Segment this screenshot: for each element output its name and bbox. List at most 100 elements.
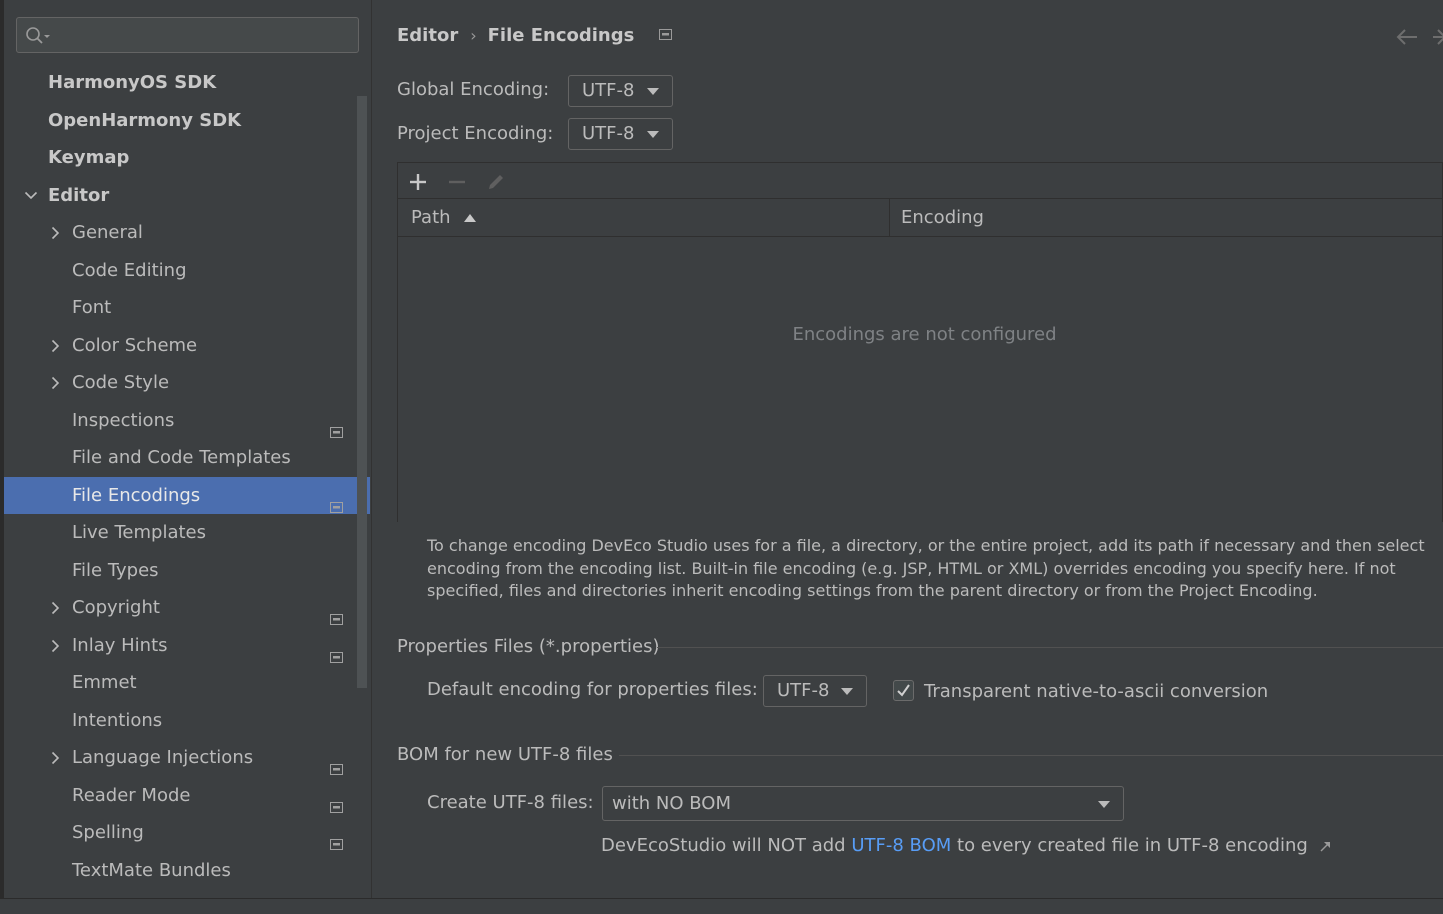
project-encoding-label: Project Encoding: xyxy=(397,123,554,144)
sidebar-item-label: Intentions xyxy=(72,709,163,731)
column-header-path[interactable]: Path xyxy=(411,199,477,237)
sidebar-item-color-scheme[interactable]: Color Scheme xyxy=(4,327,370,365)
checkmark-icon xyxy=(897,684,910,697)
sidebar-item-label: File Types xyxy=(72,559,159,581)
bom-note-suffix: to every created file in UTF-8 encoding xyxy=(957,835,1308,856)
sidebar-scrollbar[interactable] xyxy=(357,96,367,688)
sidebar-item-inspections[interactable]: Inspections xyxy=(4,402,370,440)
breadcrumb-current: File Encodings xyxy=(487,24,635,46)
section-divider xyxy=(657,647,1443,648)
sidebar-item-label: Reader Mode xyxy=(72,784,191,806)
create-utf8-combo[interactable]: with NO BOM xyxy=(602,786,1124,821)
sidebar-item-openharmony-sdk[interactable]: OpenHarmony SDK xyxy=(4,102,370,140)
section-divider xyxy=(619,755,1443,756)
sidebar-item-label: Code Editing xyxy=(72,259,187,281)
sidebar-item-label: Spelling xyxy=(72,822,144,843)
pencil-icon xyxy=(489,175,503,189)
settings-search-input[interactable] xyxy=(53,22,353,48)
column-divider[interactable] xyxy=(889,199,890,237)
sidebar-item-label: Inspections xyxy=(72,409,175,431)
external-link-icon xyxy=(1320,841,1330,851)
sidebar-item-editor[interactable]: Editor xyxy=(4,177,370,215)
chevron-down-icon xyxy=(841,688,853,695)
remove-mapping-button[interactable] xyxy=(446,171,468,193)
sidebar-item-label: Live Templates xyxy=(72,522,206,543)
chevron-right-icon[interactable] xyxy=(51,364,65,402)
sort-ascending-icon xyxy=(464,214,477,222)
encoding-help-text: To change encoding DevEco Studio uses fo… xyxy=(427,536,1425,600)
properties-encoding-value: UTF-8 xyxy=(777,680,830,701)
chevron-down-icon xyxy=(647,88,659,95)
create-utf8-label: Create UTF-8 files: xyxy=(427,792,594,813)
chevron-down-icon xyxy=(1098,801,1110,808)
breadcrumb-parent[interactable]: Editor xyxy=(397,25,458,46)
sidebar-item-spelling[interactable]: Spelling xyxy=(4,814,370,852)
sidebar-item-font[interactable]: Font xyxy=(4,289,370,327)
sidebar-item-emmet[interactable]: Emmet xyxy=(4,664,370,702)
bom-note-prefix: DevEcoStudio will NOT add xyxy=(601,835,846,856)
chevron-right-icon[interactable] xyxy=(51,327,65,365)
chevron-right-icon[interactable] xyxy=(51,214,65,252)
create-utf8-value: with NO BOM xyxy=(612,793,731,814)
project-scope-icon xyxy=(658,25,673,46)
properties-section-title: Properties Files (*.properties) xyxy=(397,636,660,657)
chevron-right-icon[interactable] xyxy=(51,739,65,777)
sidebar-item-label: Emmet xyxy=(72,672,137,693)
file-encodings-panel: Editor › File Encodings Global Encoding: U… xyxy=(373,0,1443,898)
edit-mapping-button[interactable] xyxy=(485,171,507,193)
sidebar-item-file-encodings[interactable]: File Encodings xyxy=(4,476,370,514)
table-header: Path Encoding xyxy=(398,199,1442,237)
sidebar-item-label: File and Code Templates xyxy=(72,447,291,468)
sidebar-item-textmate-bundles[interactable]: TextMate Bundles xyxy=(4,852,370,890)
table-body[interactable]: Encodings are not configured xyxy=(398,238,1442,522)
forward-arrow-icon[interactable] xyxy=(1433,28,1443,46)
sidebar-item-label: Keymap xyxy=(48,147,130,168)
sidebar-item-label: General xyxy=(72,222,143,243)
sidebar-item-copyright[interactable]: Copyright xyxy=(4,589,370,627)
sidebar-item-label: OpenHarmony SDK xyxy=(48,109,242,131)
sidebar-item-label: Inlay Hints xyxy=(72,634,168,656)
sidebar-item-label: Code Style xyxy=(72,372,170,393)
global-encoding-value: UTF-8 xyxy=(582,80,635,101)
bom-note: DevEcoStudio will NOT add UTF-8 BOM to e… xyxy=(601,835,1331,856)
chevron-down-icon[interactable] xyxy=(24,177,38,215)
sidebar-item-code-editing[interactable]: Code Editing xyxy=(4,252,370,290)
project-encoding-value: UTF-8 xyxy=(582,123,635,144)
sidebar-item-label: Editor xyxy=(48,184,110,206)
sidebar-item-label: Color Scheme xyxy=(72,334,198,356)
column-header-encoding[interactable]: Encoding xyxy=(901,199,984,237)
back-arrow-icon[interactable] xyxy=(1395,28,1419,46)
chevron-right-icon[interactable] xyxy=(51,627,65,665)
properties-encoding-combo[interactable]: UTF-8 xyxy=(763,675,867,707)
minus-icon xyxy=(449,180,465,184)
transparent-conversion-checkbox[interactable] xyxy=(893,680,914,701)
sidebar-item-language-injections[interactable]: Language Injections xyxy=(4,739,370,777)
add-mapping-button[interactable] xyxy=(407,171,429,193)
dialog-bottom-edge xyxy=(0,898,1443,914)
history-navigation xyxy=(1383,24,1443,48)
sidebar-item-code-style[interactable]: Code Style xyxy=(4,364,370,402)
utf8-bom-link[interactable]: UTF-8 BOM xyxy=(851,835,951,856)
sidebar-item-label: Language Injections xyxy=(72,747,254,768)
project-encoding-combo[interactable]: UTF-8 xyxy=(568,118,673,150)
sidebar-item-label: TextMate Bundles xyxy=(72,859,231,881)
sidebar-item-file-types[interactable]: File Types xyxy=(4,552,370,590)
transparent-conversion-label[interactable]: Transparent native-to-ascii conversion xyxy=(924,681,1268,702)
sidebar-item-intentions[interactable]: Intentions xyxy=(4,702,370,740)
sidebar-item-keymap[interactable]: Keymap xyxy=(4,139,370,177)
table-toolbar xyxy=(398,163,1442,199)
settings-search-box[interactable] xyxy=(16,17,359,53)
sidebar-item-label: Font xyxy=(72,297,112,318)
sidebar-item-general[interactable]: General xyxy=(4,214,370,252)
global-encoding-combo[interactable]: UTF-8 xyxy=(568,75,673,107)
sidebar-item-live-templates[interactable]: Live Templates xyxy=(4,514,370,552)
sidebar-item-file-and-code-templates[interactable]: File and Code Templates xyxy=(4,439,370,477)
chevron-right-icon[interactable] xyxy=(51,589,65,627)
breadcrumb-separator: › xyxy=(470,25,477,45)
settings-tree: HarmonyOS SDK OpenHarmony SDK Keymap Editor… xyxy=(4,64,370,889)
empty-table-message: Encodings are not configured xyxy=(792,324,1057,345)
sidebar-item-harmonyos-sdk[interactable]: HarmonyOS SDK xyxy=(4,64,370,102)
sidebar-item-inlay-hints[interactable]: Inlay Hints xyxy=(4,627,370,665)
plus-icon xyxy=(410,174,426,190)
sidebar-item-reader-mode[interactable]: Reader Mode xyxy=(4,777,370,815)
